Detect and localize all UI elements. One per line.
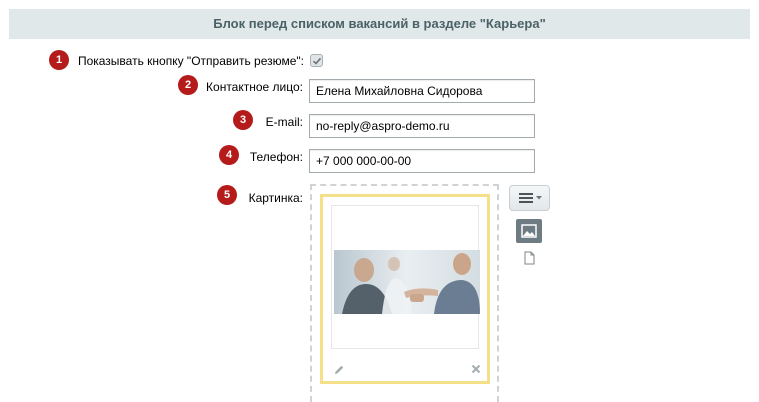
email-input[interactable]: [309, 114, 535, 138]
image-icon: [521, 224, 537, 238]
file-icon[interactable]: [524, 251, 535, 265]
step-badge-3: 3: [233, 110, 253, 130]
show-button-checkbox[interactable]: [310, 54, 323, 67]
contact-label: Контактное лицо:: [206, 80, 303, 94]
step-badge-2: 2: [178, 75, 198, 95]
contact-input[interactable]: [309, 79, 535, 103]
show-button-label: Показывать кнопку "Отправить резюме":: [77, 54, 304, 68]
picture-label: Картинка:: [248, 191, 303, 205]
picture-preview[interactable]: [320, 194, 490, 384]
step-badge-4: 4: [219, 145, 239, 165]
picture-thumbnail: [334, 250, 480, 314]
close-icon[interactable]: [470, 363, 482, 375]
section-title: Блок перед списком вакансий в разделе "К…: [9, 9, 750, 39]
step-badge-1: 1: [49, 50, 69, 70]
image-mode-button[interactable]: [516, 219, 542, 243]
step-badge-5: 5: [217, 185, 237, 205]
pencil-icon[interactable]: [333, 364, 345, 376]
menu-lines-icon: [519, 193, 542, 203]
checkmark-icon: [312, 57, 322, 65]
picture-menu-button[interactable]: [509, 185, 550, 211]
phone-input[interactable]: [309, 149, 535, 173]
phone-label: Телефон:: [249, 150, 303, 164]
picture-thumbnail-area: [331, 205, 480, 349]
email-label: E-mail:: [265, 115, 303, 129]
